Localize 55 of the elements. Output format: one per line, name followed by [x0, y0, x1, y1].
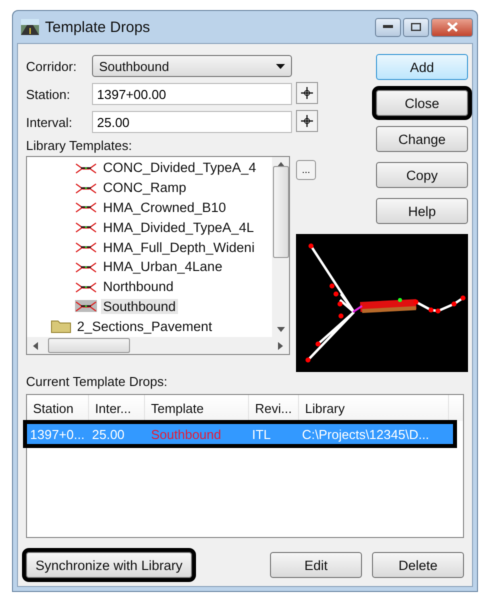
- input-field[interactable]: 25.00: [92, 111, 292, 133]
- down-arrow-icon: [276, 327, 284, 332]
- section-label: Library Templates:: [26, 138, 133, 153]
- field-label: Interval:: [26, 114, 74, 130]
- field-label: Station:: [26, 86, 72, 102]
- dialog-button[interactable]: Change: [376, 126, 468, 152]
- column-header[interactable]: Template: [145, 395, 249, 421]
- road-icon: [21, 19, 39, 35]
- column-header[interactable]: Library: [299, 395, 449, 421]
- scrollbar-thumb[interactable]: [272, 166, 288, 258]
- dialog-button[interactable]: Copy: [376, 162, 468, 188]
- input-field[interactable]: 1397+00.00: [92, 83, 292, 105]
- tree-item[interactable]: HMA_Divided_TypeA_4L: [101, 220, 256, 235]
- corridor-dropdown[interactable]: Southbound: [92, 55, 292, 77]
- dialog-button[interactable]: Edit: [270, 552, 362, 578]
- column-header[interactable]: Revi...: [249, 395, 299, 421]
- tree-item[interactable]: 2_Sections_Pavement: [75, 318, 214, 334]
- crosshair-icon: [301, 87, 313, 99]
- dialog-button[interactable]: Help: [376, 198, 468, 224]
- tree-item[interactable]: HMA_Full_Depth_Wideni: [101, 240, 257, 255]
- window-title: Template Drops: [45, 18, 150, 36]
- section-label: Current Template Drops:: [26, 374, 168, 389]
- dialog-button[interactable]: Delete: [372, 552, 464, 578]
- caret-icon: [276, 64, 285, 68]
- column-header[interactable]: Inter...: [89, 395, 145, 421]
- table-cell-text: C:\Projects\12345\D...: [301, 426, 430, 442]
- right-arrow-icon: [278, 342, 283, 350]
- close-button[interactable]: [431, 18, 473, 36]
- browse-button[interactable]: ...: [296, 160, 316, 180]
- left-arrow-icon: [33, 342, 38, 350]
- maximize-icon: [411, 23, 421, 31]
- tree-item[interactable]: CONC_Divided_TypeA_4: [101, 160, 258, 176]
- crosshair-icon: [301, 115, 313, 127]
- locate-button[interactable]: [296, 110, 318, 132]
- tree-item[interactable]: CONC_Ramp: [101, 180, 188, 196]
- tree-item[interactable]: Southbound: [101, 298, 178, 314]
- locate-button[interactable]: [296, 82, 318, 104]
- column-header[interactable]: Station: [27, 395, 89, 421]
- scrollbar-thumb[interactable]: [48, 338, 130, 353]
- tree-item[interactable]: Northbound: [101, 279, 176, 294]
- table-cell-text: 1397+0...: [29, 426, 86, 442]
- close-icon: [446, 22, 458, 32]
- maximize-button[interactable]: [403, 18, 429, 36]
- horizontal-scrollbar[interactable]: [27, 337, 289, 354]
- field-label: Corridor:: [26, 58, 78, 74]
- tree-item[interactable]: HMA_Urban_4Lane: [101, 259, 224, 274]
- dialog-button[interactable]: Add: [376, 54, 468, 80]
- tree-item[interactable]: HMA_Crowned_B10: [101, 200, 228, 215]
- minimize-icon: [383, 25, 393, 29]
- minimize-button[interactable]: [375, 18, 401, 36]
- vertical-scrollbar[interactable]: [272, 157, 289, 337]
- folder-icon: [51, 319, 71, 334]
- table-cell-text: ITL: [251, 426, 272, 442]
- table-cell-text: 25.00: [91, 426, 126, 442]
- table-cell-text: Southbound: [150, 426, 222, 442]
